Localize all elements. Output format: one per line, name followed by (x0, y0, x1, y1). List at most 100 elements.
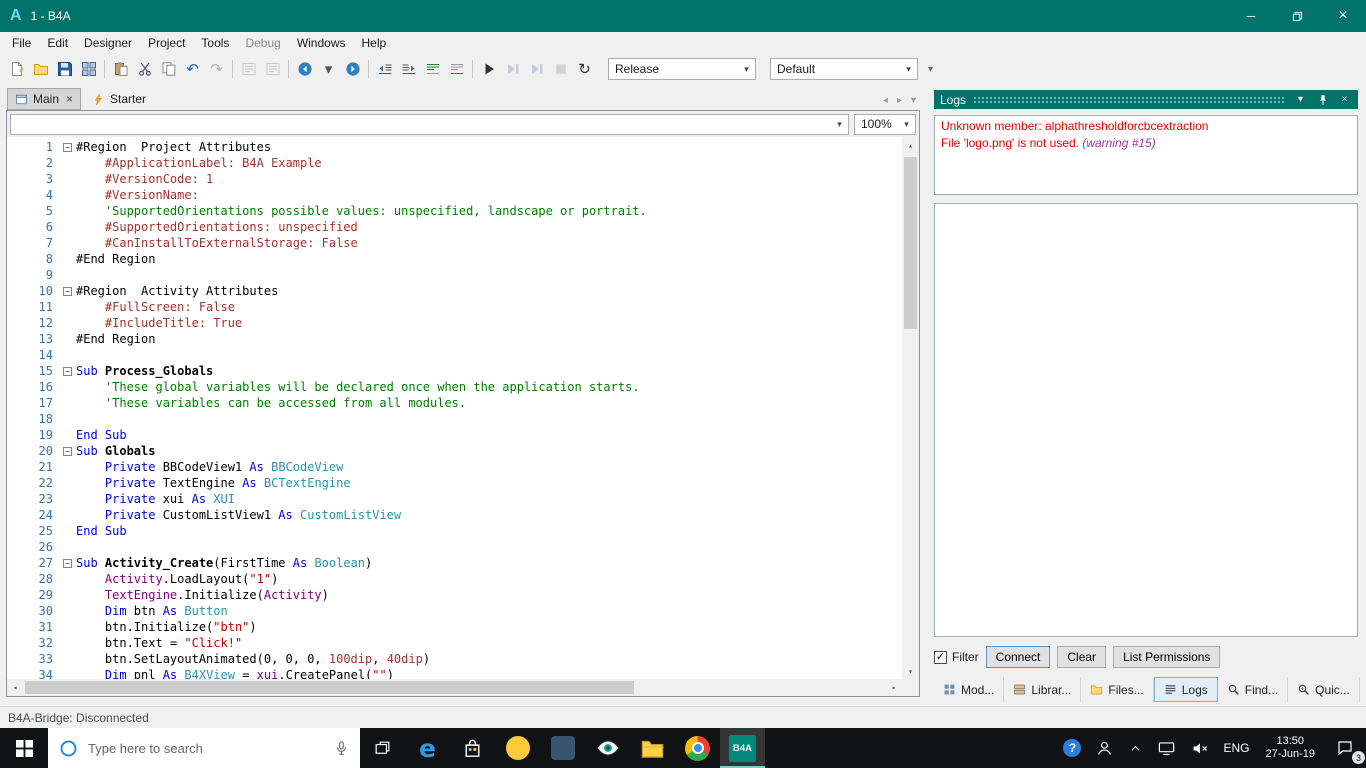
comment-button[interactable] (421, 58, 444, 81)
find-button[interactable] (237, 58, 260, 81)
editor-vertical-scrollbar[interactable]: ▴ ▾ (902, 137, 919, 679)
fold-toggle-icon[interactable]: − (59, 363, 76, 379)
titlebar[interactable]: A 1 - B4A ─ × (0, 0, 1366, 32)
log-output-errors[interactable]: Unknown member: alphathresholdforcbcextr… (934, 115, 1358, 195)
scroll-tabs-right-button[interactable]: ▸ (897, 95, 902, 106)
task-view-button[interactable] (360, 728, 405, 768)
pin-icon[interactable] (1315, 94, 1330, 106)
taskbar-app-store[interactable] (450, 728, 495, 768)
code-line[interactable]: 27− Sub Activity_Create(FirstTime As Bool… (7, 555, 902, 571)
code-line[interactable]: 15− Sub Process_Globals (7, 363, 902, 379)
minimize-button[interactable]: ─ (1228, 0, 1274, 32)
code-line[interactable]: 24 Private CustomListView1 As CustomList… (7, 507, 902, 523)
build-configuration-dropdown[interactable]: Release ▾ (608, 58, 756, 80)
taskbar-app-eye[interactable] (585, 728, 630, 768)
taskbar-app-edge[interactable]: e (405, 728, 450, 768)
tab-list-button[interactable]: ▾ (911, 95, 916, 106)
resume-button[interactable] (501, 58, 524, 81)
cut-button[interactable] (133, 58, 156, 81)
code-line[interactable]: 16 'These global variables will be decla… (7, 379, 902, 395)
code-line[interactable]: 9 (7, 267, 902, 283)
rebuild-button[interactable]: ↻ (573, 58, 596, 81)
uncomment-button[interactable] (445, 58, 468, 81)
code-line[interactable]: 32 btn.Text = "Click!" (7, 635, 902, 651)
toolbar-overflow-button[interactable]: ▾ (928, 64, 933, 75)
menu-designer[interactable]: Designer (76, 33, 140, 53)
log-output[interactable] (934, 203, 1358, 637)
code-line[interactable]: 25 End Sub (7, 523, 902, 539)
code-line[interactable]: 6 #SupportedOrientations: unspecified (7, 219, 902, 235)
code-line[interactable]: 17 'These variables can be accessed from… (7, 395, 902, 411)
code-line[interactable]: 18 (7, 411, 902, 427)
scroll-down-icon[interactable]: ▾ (902, 663, 919, 679)
code-line[interactable]: 12 #IncludeTitle: True (7, 315, 902, 331)
code-line[interactable]: 19 End Sub (7, 427, 902, 443)
indent-button[interactable] (397, 58, 420, 81)
code-line[interactable]: 33 btn.SetLayoutAnimated(0, 0, 0, 100dip… (7, 651, 902, 667)
filter-checkbox-label[interactable]: ✓ Filter (934, 650, 979, 664)
fold-toggle-icon[interactable]: − (59, 139, 76, 155)
tray-help-button[interactable]: ? (1056, 739, 1088, 757)
clear-button[interactable]: Clear (1057, 646, 1107, 668)
list-permissions-button[interactable]: List Permissions (1113, 646, 1221, 668)
taskbar-app-chrome[interactable] (675, 728, 720, 768)
menu-debug[interactable]: Debug (237, 33, 288, 53)
close-panel-icon[interactable]: × (1337, 94, 1352, 105)
menu-tools[interactable]: Tools (193, 33, 237, 53)
new-module-button[interactable] (5, 58, 28, 81)
panel-tab-libraries[interactable]: Librar... (1004, 677, 1082, 702)
code-line[interactable]: 28 Activity.LoadLayout("1") (7, 571, 902, 587)
code-line[interactable]: 1− #Region Project Attributes (7, 139, 902, 155)
code-line[interactable]: 20− Sub Globals (7, 443, 902, 459)
close-button[interactable]: × (1320, 0, 1366, 32)
logs-panel-header[interactable]: Logs ▾ × (934, 90, 1358, 109)
panel-tab-files[interactable]: Files... (1081, 677, 1154, 702)
step-button[interactable] (525, 58, 548, 81)
code-line[interactable]: 10− #Region Activity Attributes (7, 283, 902, 299)
replace-button[interactable] (261, 58, 284, 81)
stop-button[interactable] (549, 58, 572, 81)
taskbar-app-yellow-app[interactable] (495, 728, 540, 768)
taskbar-app-blue-app[interactable] (540, 728, 585, 768)
code-line[interactable]: 31 btn.Initialize("btn") (7, 619, 902, 635)
code-line[interactable]: 22 Private TextEngine As BCTextEngine (7, 475, 902, 491)
undo-button[interactable]: ↶ (181, 58, 204, 81)
connect-button[interactable]: Connect (985, 646, 1051, 668)
scroll-right-icon[interactable]: ▸ (886, 679, 902, 696)
menu-help[interactable]: Help (354, 33, 395, 53)
filter-checkbox[interactable]: ✓ (934, 650, 947, 664)
taskbar-app-explorer[interactable] (630, 728, 675, 768)
language-indicator[interactable]: ENG (1216, 728, 1256, 768)
menu-windows[interactable]: Windows (289, 33, 354, 53)
code-line[interactable]: 14 (7, 347, 902, 363)
start-button[interactable] (0, 728, 48, 768)
code-line[interactable]: 21 Private BBCodeView1 As BBCodeView (7, 459, 902, 475)
scroll-up-icon[interactable]: ▴ (902, 137, 919, 153)
panel-tab-find[interactable]: Find... (1218, 677, 1289, 702)
navigate-back-menu[interactable]: ▾ (317, 58, 340, 81)
tab-main[interactable]: Main × (7, 88, 82, 110)
save-button[interactable] (53, 58, 76, 81)
horizontal-scroll-thumb[interactable] (25, 681, 634, 694)
code-line[interactable]: 13 #End Region (7, 331, 902, 347)
navigate-back-button[interactable] (293, 58, 316, 81)
open-project-button[interactable] (29, 58, 52, 81)
microphone-icon[interactable] (333, 740, 350, 757)
zoom-dropdown[interactable]: 100% ▾ (854, 113, 916, 135)
default-configuration-dropdown[interactable]: Default ▾ (770, 58, 918, 80)
tray-volume-button[interactable] (1183, 739, 1216, 758)
paste-button[interactable] (109, 58, 132, 81)
outdent-button[interactable] (373, 58, 396, 81)
code-line[interactable]: 26 (7, 539, 902, 555)
code-line[interactable]: 2 #ApplicationLabel: B4A Example (7, 155, 902, 171)
fold-toggle-icon[interactable]: − (59, 443, 76, 459)
window-position-icon[interactable]: ▾ (1293, 94, 1308, 105)
tab-starter[interactable]: Starter (84, 88, 154, 110)
scroll-left-icon[interactable]: ◂ (7, 679, 23, 696)
maximize-restore-button[interactable] (1274, 0, 1320, 32)
taskbar-app-b4a[interactable]: B4A (720, 728, 765, 768)
code-line[interactable]: 7 #CanInstallToExternalStorage: False (7, 235, 902, 251)
tray-chevron-up-button[interactable] (1121, 741, 1150, 756)
action-center-button[interactable]: 3 (1324, 728, 1366, 768)
member-navigation-dropdown[interactable]: ▾ (10, 113, 849, 135)
